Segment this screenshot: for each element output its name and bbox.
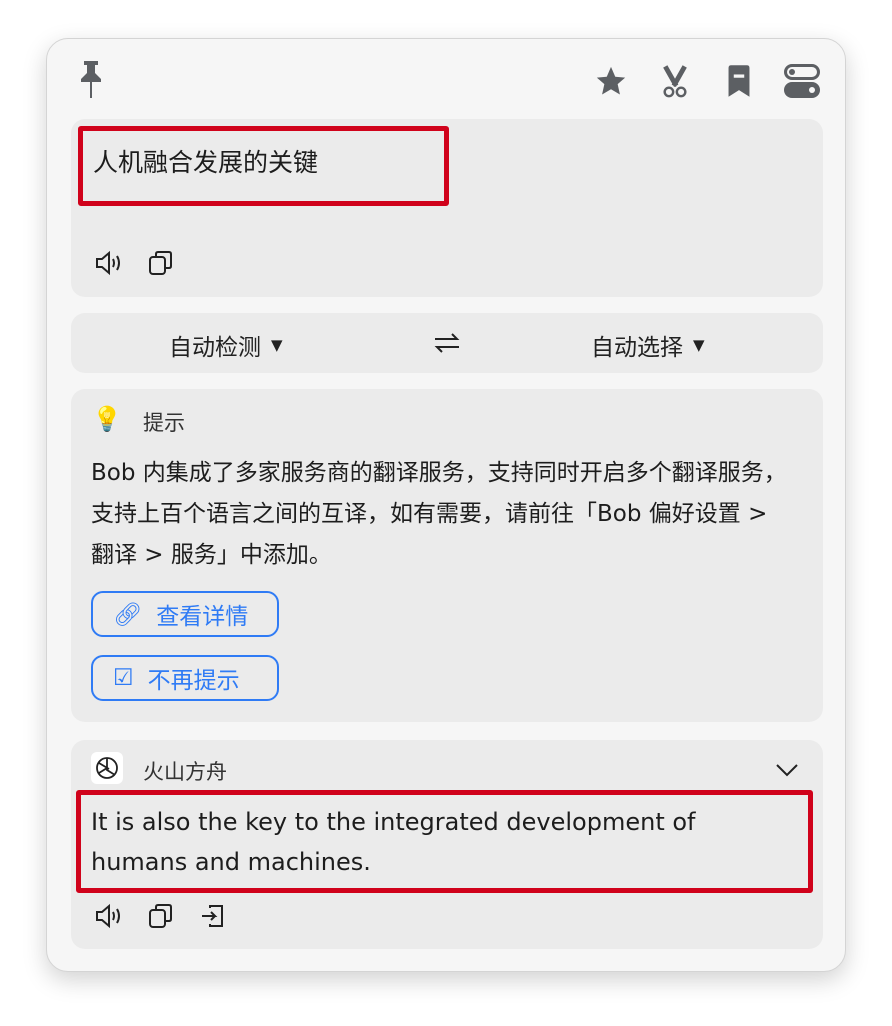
- copy-icon[interactable]: [145, 900, 177, 932]
- translation-highlight-box: [76, 790, 813, 893]
- dont-show-again-button[interactable]: ☑ 不再提示: [91, 655, 279, 701]
- speaker-icon[interactable]: [93, 900, 125, 932]
- star-icon[interactable]: [593, 63, 629, 99]
- target-language-select[interactable]: 自动选择 ▼: [591, 328, 705, 362]
- dropdown-triangle-icon: ▼: [693, 336, 705, 354]
- source-language-select[interactable]: 自动检测 ▼: [169, 328, 283, 362]
- view-details-button[interactable]: 🔗︎ 查看详情: [91, 591, 279, 637]
- openai-logo-icon: [91, 752, 123, 784]
- swap-arrows-icon[interactable]: [431, 327, 463, 359]
- tip-body: Bob 内集成了多家服务商的翻译服务，支持同时开启多个翻译服务，支持上百个语言之…: [91, 460, 787, 568]
- source-language-label: 自动检测: [169, 335, 261, 361]
- bookmark-icon[interactable]: [721, 63, 757, 99]
- dropdown-triangle-icon: ▼: [271, 336, 283, 354]
- insert-icon[interactable]: [197, 900, 229, 932]
- source-highlight-box: [78, 126, 449, 206]
- bob-window: 人机融合发展的关键 自动检测 ▼ 自动选择 ▼ 💡 提示 Bob 内集成了多家服务商…: [46, 38, 846, 972]
- service-name: 火山方舟: [143, 760, 227, 784]
- copy-icon[interactable]: [145, 247, 177, 279]
- language-bar: 自动检测 ▼ 自动选择 ▼: [71, 313, 823, 373]
- tip-card: 💡 提示 Bob 内集成了多家服务商的翻译服务，支持同时开启多个翻译服务，支持上…: [71, 389, 823, 722]
- checkbox-icon: ☑: [113, 665, 134, 691]
- pin-icon[interactable]: [77, 59, 105, 99]
- toggle-icon[interactable]: [783, 63, 821, 99]
- chevron-down-icon[interactable]: [771, 756, 803, 784]
- link-icon: 🔗︎: [113, 601, 143, 628]
- speaker-icon[interactable]: [93, 247, 125, 279]
- scissors-icon[interactable]: [657, 63, 693, 99]
- target-language-label: 自动选择: [591, 335, 683, 361]
- tip-title: 提示: [143, 411, 185, 435]
- lightbulb-icon: 💡: [92, 405, 122, 433]
